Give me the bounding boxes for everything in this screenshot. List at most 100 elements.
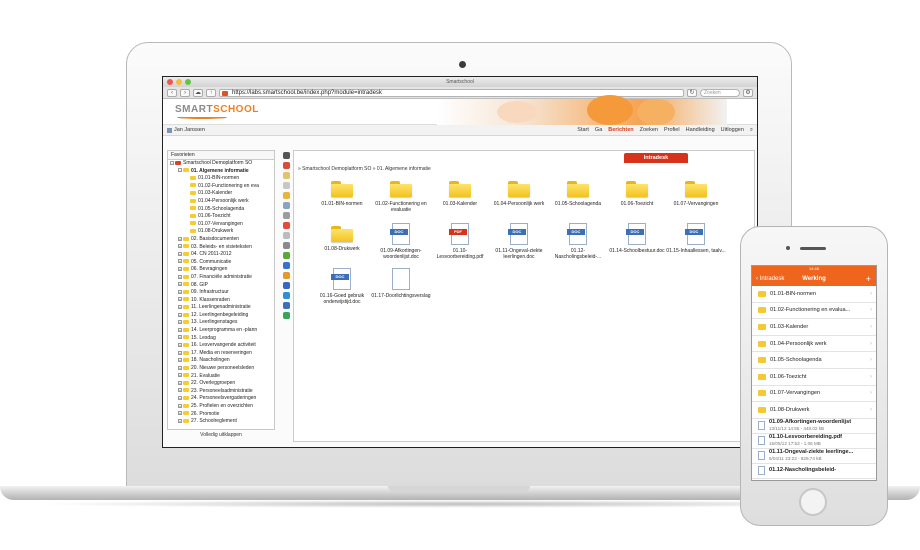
- folder-tile[interactable]: 01.02-Functionering en evaluatie: [371, 181, 431, 213]
- nav-link-ga[interactable]: Ga: [595, 127, 602, 133]
- folder-tile[interactable]: 01.05-Schoolagenda: [548, 181, 608, 207]
- tree-item[interactable]: +10. Klassenraden: [168, 297, 274, 305]
- arrow-up-icon[interactable]: [282, 282, 290, 289]
- tree-item[interactable]: +24. Personeelsvergaderingen: [168, 395, 274, 403]
- search-icon[interactable]: ⌕: [750, 127, 753, 134]
- users-icon[interactable]: [282, 272, 290, 279]
- browser-search-input[interactable]: Zoeken: [700, 88, 740, 97]
- tree-item[interactable]: +08. GIP: [168, 282, 274, 290]
- tree-item[interactable]: +22. Overleggroepen: [168, 380, 274, 388]
- phone-folder-row[interactable]: 01.02-Functionering en evalua... ›: [752, 303, 876, 320]
- swap-icon[interactable]: [282, 152, 290, 159]
- nav-link-profiel[interactable]: Profiel: [664, 127, 680, 133]
- tree-item[interactable]: 01.04-Persoonlijk werk: [168, 198, 274, 206]
- tools-icon[interactable]: [282, 242, 290, 249]
- phone-folder-row[interactable]: 01.06-Toezicht ›: [752, 369, 876, 386]
- nav-link-start[interactable]: Start: [577, 127, 589, 133]
- expand-toggle-icon[interactable]: +: [178, 274, 182, 279]
- phone-folder-row[interactable]: 01.05-Schoolagenda ›: [752, 352, 876, 369]
- tree-item[interactable]: +09. Infrastructuur: [168, 289, 274, 297]
- expand-toggle-icon[interactable]: +: [178, 297, 182, 302]
- tree-item[interactable]: 01.01-BIN-normen: [168, 175, 274, 183]
- expand-toggle-icon[interactable]: +: [178, 373, 182, 378]
- tree-item[interactable]: +16. Lesvervangende activiteit: [168, 342, 274, 350]
- tree-item[interactable]: +25. Profielen en overzichten: [168, 403, 274, 411]
- nav-link-berichten[interactable]: Berichten: [608, 127, 633, 133]
- phone-file-row[interactable]: 01.10-Lesvoorbereiding.pdf 15/05/12 17:53…: [752, 434, 876, 449]
- folder-tile[interactable]: 01.03-Kalender: [430, 181, 490, 207]
- tree-item[interactable]: +18. Nascholingen: [168, 357, 274, 365]
- close-window-icon[interactable]: [167, 79, 173, 85]
- file-tile[interactable]: DOC 01.16-Goed gebruik onderwijstijd.doc: [312, 268, 372, 305]
- tree-item[interactable]: +02. Basisdocumenten: [168, 236, 274, 244]
- tree-item[interactable]: +20. Nieuwe personeelsleden: [168, 365, 274, 373]
- back-button[interactable]: ‹: [167, 88, 177, 97]
- tree-item[interactable]: +04. CN 2011-2012: [168, 251, 274, 259]
- minimize-window-icon[interactable]: [176, 79, 182, 85]
- expand-toggle-icon[interactable]: +: [178, 282, 182, 287]
- expand-toggle-icon[interactable]: +: [178, 358, 182, 363]
- properties-icon[interactable]: [282, 212, 290, 219]
- user-name[interactable]: Jan Janssen: [174, 127, 205, 133]
- tree-item[interactable]: +17. Media en reserveringen: [168, 350, 274, 358]
- expand-toggle-icon[interactable]: -: [170, 160, 174, 165]
- expand-toggle-icon[interactable]: +: [178, 236, 182, 241]
- expand-toggle-icon[interactable]: +: [178, 266, 182, 271]
- phone-folder-row[interactable]: 01.07-Vervangingen ›: [752, 386, 876, 403]
- tree-item[interactable]: - Smartschool Demoplatform SO: [168, 160, 274, 168]
- expand-toggle-icon[interactable]: +: [178, 289, 182, 294]
- expand-toggle-icon[interactable]: +: [178, 350, 182, 355]
- move-icon[interactable]: [282, 192, 290, 199]
- settings-icon[interactable]: ⚙: [743, 88, 753, 97]
- tree-item[interactable]: 01.08-Drukwerk: [168, 228, 274, 236]
- folder-tile[interactable]: 01.01-BIN-normen: [312, 181, 372, 207]
- expand-toggle-icon[interactable]: +: [178, 418, 182, 423]
- tab-intradesk[interactable]: Intradesk: [624, 153, 688, 163]
- tree-item[interactable]: +26. Promotie: [168, 411, 274, 419]
- phone-folder-row[interactable]: 01.04-Persoonlijk werk ›: [752, 336, 876, 353]
- arrow-down-icon[interactable]: [282, 302, 290, 309]
- tree-item[interactable]: 01.02-Functionering en eva: [168, 183, 274, 191]
- phone-file-row[interactable]: 01.11-Ongeval-ziekte leerlinge... 5/04/11…: [752, 449, 876, 464]
- expand-toggle-icon[interactable]: +: [178, 259, 182, 264]
- favorites-select[interactable]: Favorieten: [168, 151, 274, 160]
- nav-link-handleiding[interactable]: Handleiding: [686, 127, 715, 133]
- expand-toggle-icon[interactable]: +: [178, 335, 182, 340]
- tree-item[interactable]: +13. Leerlingenstages: [168, 319, 274, 327]
- expand-toggle-icon[interactable]: +: [178, 396, 182, 401]
- tree-item[interactable]: +14. Leerprogramma en -plann: [168, 327, 274, 335]
- new-folder-icon[interactable]: [282, 172, 290, 179]
- phone-folder-row[interactable]: 01.03-Kalender ›: [752, 319, 876, 336]
- tree-item[interactable]: +23. Personeelsadministratie: [168, 388, 274, 396]
- folder-tile[interactable]: 01.08-Drukwerk: [312, 226, 372, 252]
- tree-item[interactable]: - 01. Algemene informatie: [168, 168, 274, 176]
- share-icon[interactable]: ↑: [206, 88, 216, 97]
- expand-toggle-icon[interactable]: +: [178, 388, 182, 393]
- view-icon[interactable]: [282, 262, 290, 269]
- tree-item[interactable]: 01.06-Toezicht: [168, 213, 274, 221]
- edit-icon[interactable]: [282, 202, 290, 209]
- expand-toggle-icon[interactable]: -: [178, 168, 182, 173]
- phone-folder-row[interactable]: 01.08-Drukwerk ›: [752, 402, 876, 419]
- phone-file-row[interactable]: 01.12-Nascholingsbeleid-: [752, 464, 876, 479]
- tree-item[interactable]: 01.07-Vervangingen: [168, 221, 274, 229]
- file-tile[interactable]: PDF 01.10-Lesvoorbereiding.pdf: [430, 223, 490, 260]
- tree-item[interactable]: +21. Evaluatie: [168, 373, 274, 381]
- info-icon[interactable]: [282, 232, 290, 239]
- expand-toggle-icon[interactable]: +: [178, 244, 182, 249]
- nav-link-uitloggen[interactable]: Uitloggen: [721, 127, 744, 133]
- forward-button[interactable]: ›: [180, 88, 190, 97]
- expand-all-link[interactable]: Volledig uitklappen: [167, 430, 275, 440]
- expand-toggle-icon[interactable]: +: [178, 342, 182, 347]
- upload-icon[interactable]: [282, 162, 290, 169]
- file-tile[interactable]: DOC 01.14-Schoolbestuur.doc: [607, 223, 667, 254]
- home-button[interactable]: [799, 488, 827, 516]
- expand-toggle-icon[interactable]: +: [178, 380, 182, 385]
- expand-toggle-icon[interactable]: +: [178, 320, 182, 325]
- globe-icon[interactable]: [282, 312, 290, 319]
- tree-item[interactable]: +03. Beleids- en visieteksten: [168, 244, 274, 252]
- expand-toggle-icon[interactable]: +: [178, 411, 182, 416]
- cloud-icon[interactable]: ☁: [193, 88, 203, 97]
- file-tile[interactable]: DOC 01.15-Inhaallessen, taalv...: [666, 223, 726, 254]
- file-tile[interactable]: DOC 01.09-Afkortingen-woordenlijst.doc: [371, 223, 431, 260]
